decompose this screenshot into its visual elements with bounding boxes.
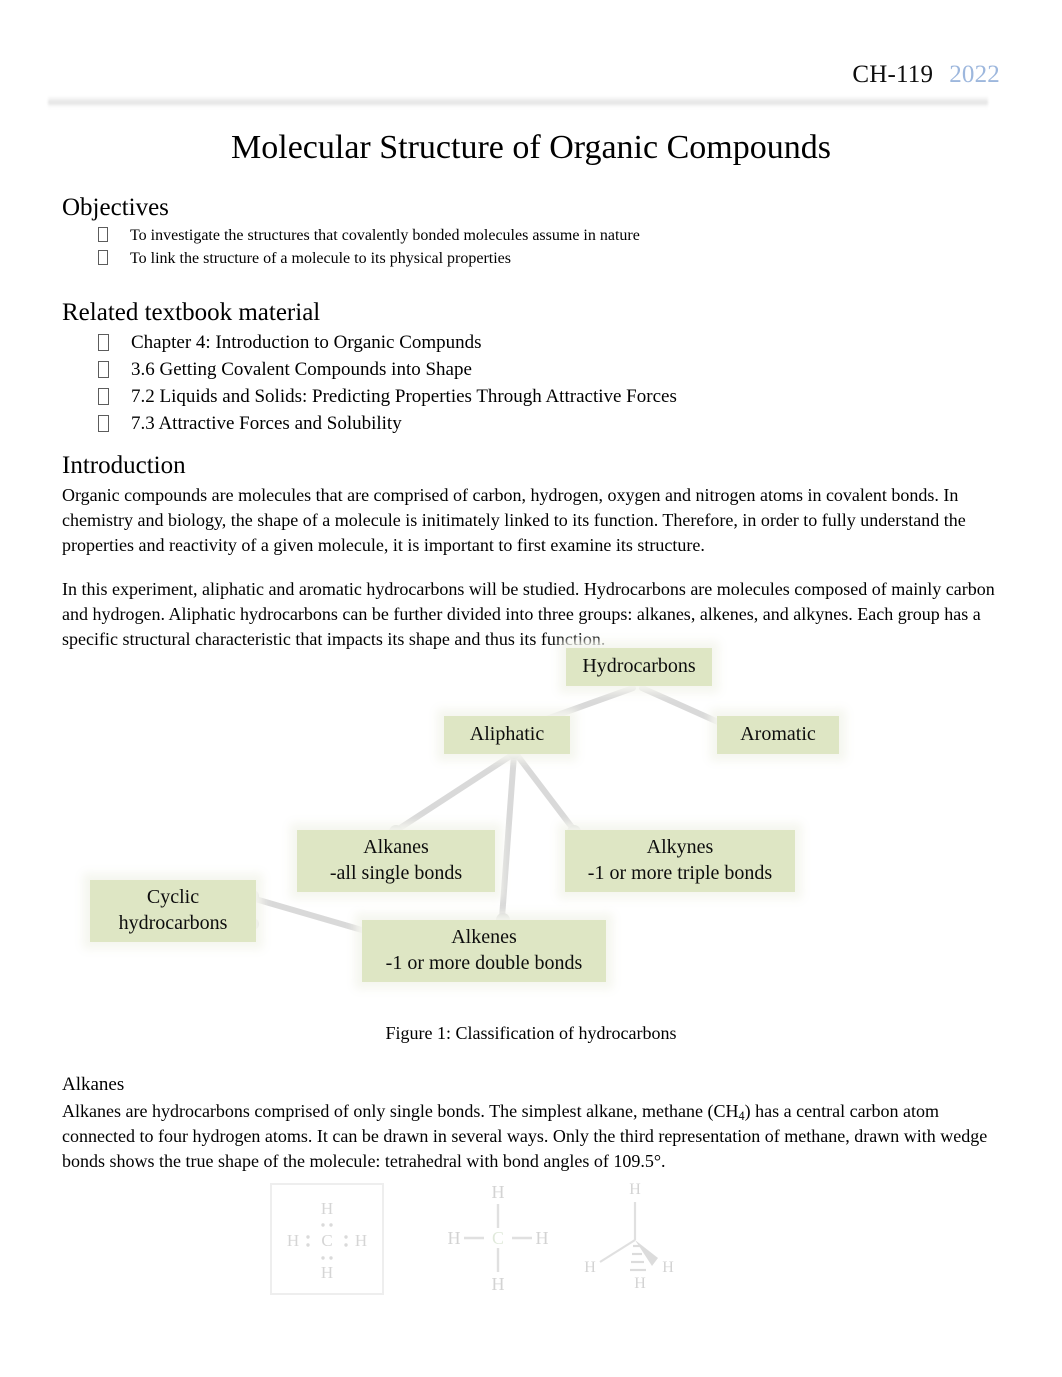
header-divider — [48, 96, 988, 109]
svg-text:H: H — [287, 1231, 299, 1250]
alkanes-heading: Alkanes — [62, 1074, 125, 1095]
textbook-list: Chapter 4: Introduction to Organic Compu… — [98, 330, 1000, 438]
document-page: CH-119 2022 Molecular Structure of Organi… — [0, 0, 1062, 1377]
bullet-tofu-icon — [98, 227, 108, 243]
list-item: 7.3 Attractive Forces and Solubility — [98, 411, 1000, 438]
introduction-section: Introduction Organic compounds are molec… — [62, 450, 1000, 651]
objectives-item-text: To link the structure of a molecule to i… — [130, 249, 511, 267]
svg-text:C: C — [492, 1228, 504, 1248]
bullet-tofu-icon — [98, 334, 109, 352]
svg-text:H: H — [355, 1231, 367, 1250]
objectives-item-text: To investigate the structures that coval… — [130, 227, 640, 245]
svg-text:H: H — [629, 1181, 641, 1198]
objectives-list: To investigate the structures that coval… — [98, 225, 1000, 270]
alkanes-paragraph: Alkanes are hydrocarbons comprised of on… — [62, 1099, 1000, 1174]
figure-node-aromatic: Aromatic — [717, 716, 839, 754]
svg-text:C: C — [321, 1231, 332, 1250]
textbook-item-text: 7.3 Attractive Forces and Solubility — [131, 413, 402, 435]
alkanes-section: Alkanes Alkanes are hydrocarbons compris… — [62, 1073, 1000, 1174]
bullet-tofu-icon — [98, 361, 109, 379]
bullet-tofu-icon — [98, 415, 109, 433]
list-item: Chapter 4: Introduction to Organic Compu… — [98, 330, 1000, 357]
list-item: 7.2 Liquids and Solids: Predicting Prope… — [98, 384, 1000, 411]
course-code: CH-119 — [852, 61, 934, 88]
figure-node-alkynes: Alkynes -1 or more triple bonds — [565, 830, 795, 892]
methane-lewis-boxed-figure: H H C H H — [270, 1183, 384, 1295]
textbook-section: Related textbook material Chapter 4: Int… — [62, 297, 1000, 438]
figure-node-aliphatic: Aliphatic — [444, 716, 570, 754]
page-title: Molecular Structure of Organic Compounds — [231, 129, 831, 166]
list-item: To investigate the structures that coval… — [98, 225, 1000, 248]
year-label: 2022 — [949, 61, 1000, 88]
figure-1-hydrocarbon-classification: Hydrocarbons Aliphatic Aromatic Alkanes … — [62, 640, 1000, 1043]
figure-node-hydrocarbons: Hydrocarbons — [566, 648, 712, 686]
figure-node-alkenes: Alkenes -1 or more double bonds — [362, 920, 606, 982]
document-header: CH-119 2022 — [852, 62, 1000, 87]
figure-node-alkanes: Alkanes -all single bonds — [297, 830, 495, 892]
list-item: 3.6 Getting Covalent Compounds into Shap… — [98, 357, 1000, 384]
svg-text:H: H — [634, 1275, 646, 1292]
figure-node-cyclic-hydrocarbons: Cyclic hydrocarbons — [90, 880, 256, 942]
svg-text:H: H — [536, 1228, 549, 1248]
textbook-item-text: 7.2 Liquids and Solids: Predicting Prope… — [131, 386, 677, 408]
svg-text:H: H — [662, 1259, 674, 1276]
objectives-section: Objectives To investigate the structures… — [62, 192, 1000, 271]
textbook-heading: Related textbook material — [62, 299, 321, 326]
textbook-item-text: Chapter 4: Introduction to Organic Compu… — [131, 332, 482, 354]
bullet-tofu-icon — [98, 388, 109, 406]
introduction-heading: Introduction — [62, 452, 186, 479]
bullet-tofu-icon — [98, 249, 108, 265]
svg-text:H: H — [321, 1263, 333, 1282]
methane-representations: H H C H H H H C H H H H H H — [62, 1172, 1000, 1307]
svg-text:H: H — [492, 1274, 505, 1294]
figure-caption: Figure 1: Classification of hydrocarbons — [385, 1023, 677, 1043]
list-item: To link the structure of a molecule to i… — [98, 248, 1000, 271]
methane-wedge-tetrahedral-figure: H H H H — [584, 1181, 674, 1292]
methane-structural-figure: H H C H H — [448, 1182, 549, 1294]
introduction-paragraph-1: Organic compounds are molecules that are… — [62, 485, 966, 555]
textbook-item-text: 3.6 Getting Covalent Compounds into Shap… — [131, 359, 472, 381]
objectives-heading: Objectives — [62, 194, 169, 221]
svg-text:H: H — [321, 1199, 333, 1218]
alkanes-paragraph-part1: Alkanes are hydrocarbons comprised of on… — [62, 1100, 739, 1121]
svg-text:H: H — [584, 1259, 596, 1276]
svg-text:H: H — [448, 1228, 461, 1248]
svg-text:H: H — [492, 1182, 505, 1202]
